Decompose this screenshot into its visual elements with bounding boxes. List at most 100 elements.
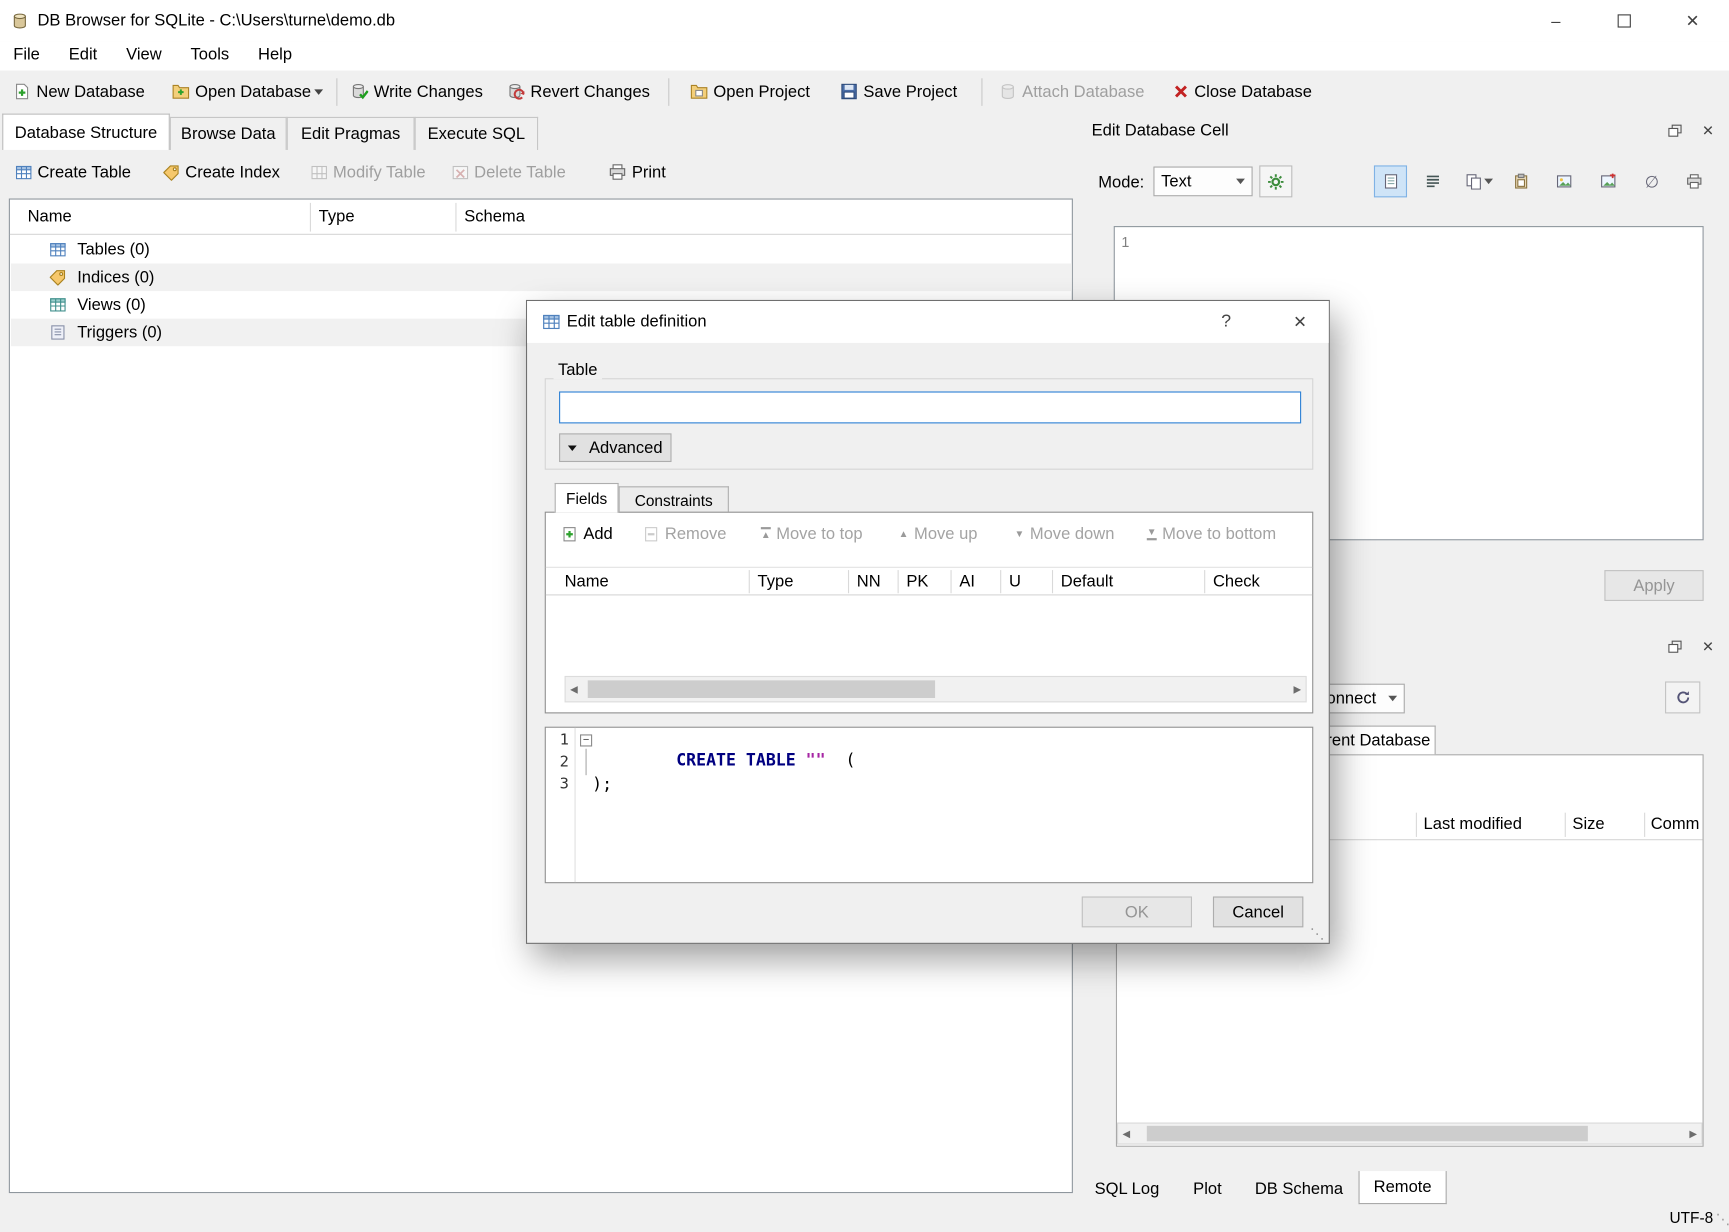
column-divider[interactable] [1000,570,1001,593]
open-database-button[interactable]: Open Database [165,74,317,109]
field-column-check[interactable]: Check [1213,572,1260,591]
column-divider[interactable] [1052,570,1053,593]
field-column-pk[interactable]: PK [906,572,928,591]
open-database-dropdown[interactable] [310,74,328,109]
export-data-icon[interactable] [1591,165,1624,197]
float-panel-icon[interactable] [1663,636,1687,658]
column-divider[interactable] [848,570,849,593]
paste-icon[interactable] [1504,165,1537,197]
delete-table-button[interactable]: Delete Table [445,154,572,189]
field-column-u[interactable]: U [1009,572,1021,591]
save-project-button[interactable]: Save Project [834,74,964,109]
new-database-button[interactable]: New Database [7,74,152,109]
column-divider[interactable] [1416,813,1417,837]
column-header-commit[interactable]: Comm [1651,815,1700,834]
column-header-size[interactable]: Size [1572,815,1604,834]
tab-remote[interactable]: Remote [1359,1171,1447,1204]
column-divider[interactable] [310,203,311,232]
close-database-button[interactable]: Close Database [1167,74,1319,109]
add-field-button[interactable]: Add [561,519,612,548]
open-project-button[interactable]: Open Project [684,74,817,109]
tab-constraints[interactable]: Constraints [619,486,729,512]
tab-db-schema[interactable]: DB Schema [1248,1173,1349,1204]
close-panel-icon[interactable]: ✕ [1696,120,1720,142]
move-to-bottom-button[interactable]: ▼ Move to bottom [1147,519,1276,548]
column-header-last-modified[interactable]: Last modified [1424,815,1522,834]
tab-sql-log[interactable]: SQL Log [1087,1173,1166,1204]
modify-table-button[interactable]: Modify Table [304,154,432,189]
tab-fields[interactable]: Fields [555,483,619,513]
minimize-icon[interactable]: – [1522,0,1590,42]
field-column-ai[interactable]: AI [959,572,975,591]
attach-database-button[interactable]: Attach Database [992,74,1151,109]
print-button[interactable]: Print [602,154,672,189]
column-header-type[interactable]: Type [319,207,355,226]
code-fold-icon[interactable]: − [580,734,592,746]
advanced-button[interactable]: Advanced [559,433,671,462]
column-divider[interactable] [1565,813,1566,837]
apply-format-icon[interactable] [1259,165,1292,197]
remove-field-button[interactable]: Remove [643,519,727,548]
text-view-icon[interactable] [1374,165,1407,197]
move-down-button[interactable]: ▼ Move down [1014,519,1114,548]
scroll-right-icon[interactable]: ▶ [1294,679,1302,699]
column-divider[interactable] [1204,570,1205,593]
close-panel-icon[interactable]: ✕ [1696,636,1720,658]
create-index-button[interactable]: Create Index [157,154,287,189]
float-panel-icon[interactable] [1663,120,1687,142]
scroll-left-icon[interactable]: ◀ [570,679,578,699]
tree-row-tables[interactable]: Tables (0) [11,236,1072,264]
fields-hscrollbar[interactable]: ◀ ▶ [565,676,1307,702]
menu-tools[interactable]: Tools [180,42,241,67]
tab-browse-data[interactable]: Browse Data [170,117,287,150]
remote-hscrollbar[interactable]: ◀ ▶ [1117,1123,1703,1145]
sql-preview[interactable]: 1 2 3 − CREATE TABLE "" ( ); [545,727,1314,884]
close-icon[interactable]: ✕ [1658,0,1726,42]
tab-database-structure[interactable]: Database Structure [2,114,170,150]
set-null-icon[interactable]: ∅ [1635,165,1668,197]
dialog-titlebar[interactable]: Edit table definition ? ✕ [527,301,1329,343]
tab-plot[interactable]: Plot [1175,1173,1239,1204]
field-column-default[interactable]: Default [1061,572,1113,591]
help-icon[interactable]: ? [1205,301,1247,343]
column-divider[interactable] [1644,813,1645,837]
print-cell-icon[interactable] [1677,165,1710,197]
column-divider[interactable] [455,203,456,232]
word-wrap-icon[interactable] [1416,165,1449,197]
remote-refresh-icon[interactable] [1665,681,1700,713]
tab-execute-sql[interactable]: Execute SQL [415,117,539,150]
table-name-input[interactable] [559,391,1301,423]
menu-edit[interactable]: Edit [58,42,109,67]
copy-icon[interactable] [1458,165,1500,197]
column-divider[interactable] [749,570,750,593]
cancel-button[interactable]: Cancel [1213,896,1303,927]
column-header-name[interactable]: Name [28,207,72,226]
column-divider[interactable] [951,570,952,593]
remote-connect-select[interactable]: onnect [1321,684,1405,714]
apply-button[interactable]: Apply [1604,570,1703,601]
field-column-nn[interactable]: NN [857,572,881,591]
tab-edit-pragmas[interactable]: Edit Pragmas [287,117,415,150]
dialog-resize-grip-icon[interactable]: ⋱ [1310,925,1324,943]
scrollbar-thumb[interactable] [1147,1126,1588,1141]
scrollbar-thumb[interactable] [588,680,935,698]
move-to-top-button[interactable]: ▲ Move to top [761,519,863,548]
menu-file[interactable]: File [2,42,51,67]
maximize-icon[interactable] [1590,0,1658,42]
column-divider[interactable] [898,570,899,593]
resize-grip-icon[interactable]: ⋱ [1716,1211,1729,1229]
field-column-name[interactable]: Name [565,572,609,591]
dialog-close-icon[interactable]: ✕ [1276,301,1325,343]
scroll-right-icon[interactable]: ▶ [1689,1124,1697,1144]
scroll-left-icon[interactable]: ◀ [1123,1124,1131,1144]
mode-select[interactable]: Text [1153,167,1252,197]
tree-row-indices[interactable]: Indices (0) [11,264,1072,292]
tab-current-database[interactable]: rent Database [1321,726,1436,755]
ok-button[interactable]: OK [1082,896,1192,927]
create-table-button[interactable]: Create Table [9,154,138,189]
write-changes-button[interactable]: Write Changes [344,74,489,109]
field-column-type[interactable]: Type [758,572,794,591]
import-data-icon[interactable] [1547,165,1580,197]
menu-view[interactable]: View [115,42,173,67]
revert-changes-button[interactable]: Revert Changes [501,74,657,109]
